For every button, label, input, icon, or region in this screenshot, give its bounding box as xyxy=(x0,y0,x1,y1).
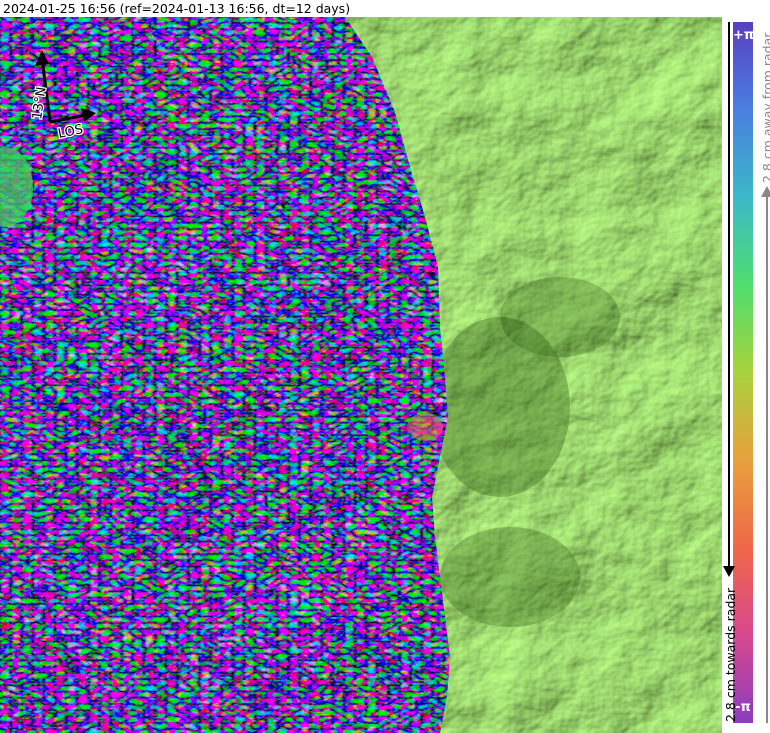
interferogram-map xyxy=(0,17,722,733)
arrow-down-icon xyxy=(723,566,735,577)
heading-label: 13°N xyxy=(30,86,49,121)
colorbar-min-label: -π xyxy=(735,700,751,715)
image-title: 2024-01-25 16:56 (ref=2024-01-13 16:56, … xyxy=(0,0,725,17)
los-label: LOS xyxy=(57,122,85,140)
towards-radar-line xyxy=(728,22,730,572)
away-radar-line xyxy=(766,195,768,723)
compass-rose: 13°N LOS xyxy=(29,50,96,140)
colorbar-max-label: +π xyxy=(733,28,755,43)
arrow-up-icon xyxy=(761,186,770,197)
north-arrow-icon xyxy=(35,50,49,66)
los-arrow-icon xyxy=(81,108,96,122)
away-from-radar-label: 2.8 cm away from radar xyxy=(760,32,770,183)
